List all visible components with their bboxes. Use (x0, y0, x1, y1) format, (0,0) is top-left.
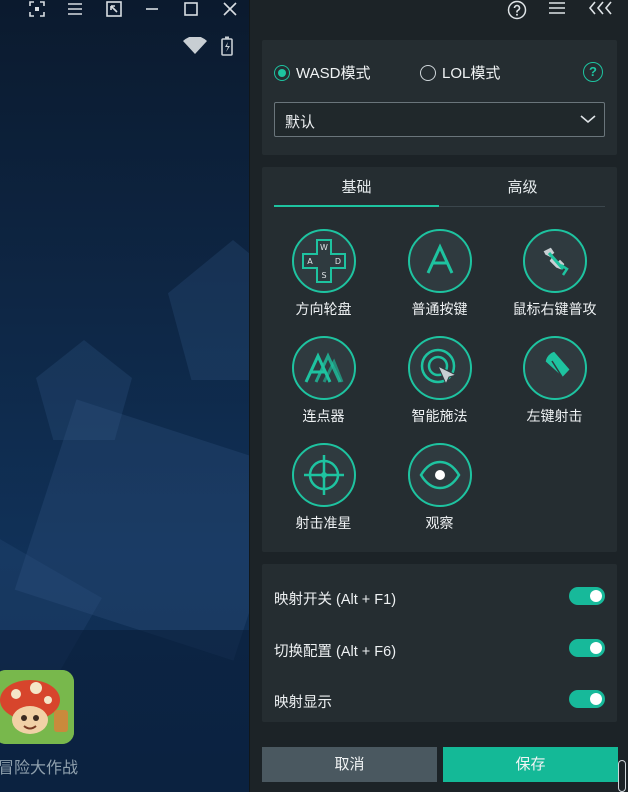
lol-mode-label: LOL模式 (442, 65, 501, 82)
tab-bar: 基础 高级 (274, 177, 605, 207)
tool-label: 方向轮盘 (295, 301, 352, 317)
toggle-label: 映射显示 (274, 695, 332, 711)
tool-direction-wheel[interactable]: WA DS 方向轮盘 (266, 229, 381, 329)
save-button[interactable]: 保存 (443, 747, 618, 782)
toggle-row-mapping-display: 映射显示 (274, 689, 605, 711)
toggle-row-mapping: 映射开关 (Alt + F1) (274, 586, 605, 608)
dpad-icon: WA DS (291, 229, 356, 293)
wasd-mode-radio[interactable]: WASD模式 (274, 62, 370, 83)
right-click-icon (522, 229, 587, 293)
crosshair-icon (291, 443, 356, 507)
tool-label: 射击准星 (295, 515, 352, 531)
mapping-display-switch[interactable] (569, 690, 605, 708)
menu-icon[interactable] (548, 0, 566, 20)
tool-left-click-shoot[interactable]: 左键射击 (497, 336, 612, 436)
tab-advanced[interactable]: 高级 (440, 177, 605, 207)
tool-label: 观察 (425, 515, 454, 531)
tool-smart-cast[interactable]: 智能施法 (382, 336, 497, 436)
toggle-row-switch-config: 切换配置 (Alt + F6) (274, 638, 605, 660)
svg-text:W: W (320, 243, 328, 252)
key-a-icon (407, 229, 472, 293)
svg-text:D: D (334, 257, 340, 266)
mode-radio-group: WASD模式 LOL模式 ? (274, 62, 605, 84)
rapid-click-icon (291, 336, 356, 400)
wifi-icon (183, 36, 207, 60)
bullet-icon (522, 336, 587, 400)
preset-value: 默认 (285, 114, 316, 131)
preset-dropdown[interactable]: 默认 (274, 102, 605, 137)
battery-icon (221, 36, 233, 61)
toggles-section: 映射开关 (Alt + F1) 切换配置 (Alt + F6) 映射显示 (262, 564, 617, 722)
help-icon[interactable] (507, 0, 527, 20)
key-mapping-panel: WASD模式 LOL模式 ? 默认 基础 高级 WA DS 方向轮盘 普通按键 鼠… (249, 0, 628, 792)
radio-selected-icon (274, 64, 290, 81)
svg-text:A: A (307, 257, 313, 266)
tool-observe[interactable]: 观察 (382, 443, 497, 543)
screenshot-icon[interactable] (28, 1, 46, 19)
panel-toolbar (250, 0, 628, 22)
tool-label: 左键射击 (526, 408, 583, 424)
collapse-icon[interactable] (588, 0, 614, 20)
close-icon[interactable] (221, 1, 239, 19)
status-bar (183, 36, 233, 61)
cancel-button[interactable]: 取消 (262, 747, 437, 782)
radio-unselected-icon (420, 64, 436, 81)
maximize-icon[interactable] (182, 1, 200, 19)
menu-icon[interactable] (66, 1, 84, 19)
toggle-label: 映射开关 (Alt + F1) (274, 592, 397, 608)
mode-help-icon[interactable]: ? (583, 62, 603, 82)
chevron-down-icon (580, 115, 596, 124)
game-name[interactable]: 冒险大作战 (0, 754, 78, 778)
tab-basic[interactable]: 基础 (274, 177, 439, 207)
mode-section: WASD模式 LOL模式 ? 默认 (262, 40, 617, 155)
emulator-preview: 冒险大作战 (0, 0, 249, 792)
fit-window-icon[interactable] (105, 1, 123, 19)
mapping-switch[interactable] (569, 587, 605, 605)
tool-rapid-clicker[interactable]: 连点器 (266, 336, 381, 436)
tool-label: 智能施法 (411, 408, 468, 424)
toggle-label: 切换配置 (Alt + F6) (274, 644, 397, 660)
scrollbar-handle[interactable] (618, 760, 626, 792)
tool-label: 鼠标右键普攻 (512, 301, 597, 317)
tool-label: 连点器 (302, 408, 345, 424)
svg-text:S: S (321, 271, 326, 280)
tool-label: 普通按键 (411, 301, 468, 317)
wasd-mode-label: WASD模式 (296, 65, 371, 82)
tool-crosshair[interactable]: 射击准星 (266, 443, 381, 543)
eye-icon (407, 443, 472, 507)
window-title-bar (0, 0, 249, 20)
switch-config-switch[interactable] (569, 639, 605, 657)
tool-right-click-attack[interactable]: 鼠标右键普攻 (497, 229, 612, 329)
game-app-icon[interactable] (0, 670, 74, 744)
tool-normal-key[interactable]: 普通按键 (382, 229, 497, 329)
minimize-icon[interactable] (143, 1, 161, 19)
lol-mode-radio[interactable]: LOL模式 (420, 62, 500, 83)
key-tools-section: 基础 高级 WA DS 方向轮盘 普通按键 鼠标右键普攻 连点器 智能施法 左键射… (262, 167, 617, 552)
smart-cast-icon (407, 336, 472, 400)
background-shape (168, 240, 249, 380)
